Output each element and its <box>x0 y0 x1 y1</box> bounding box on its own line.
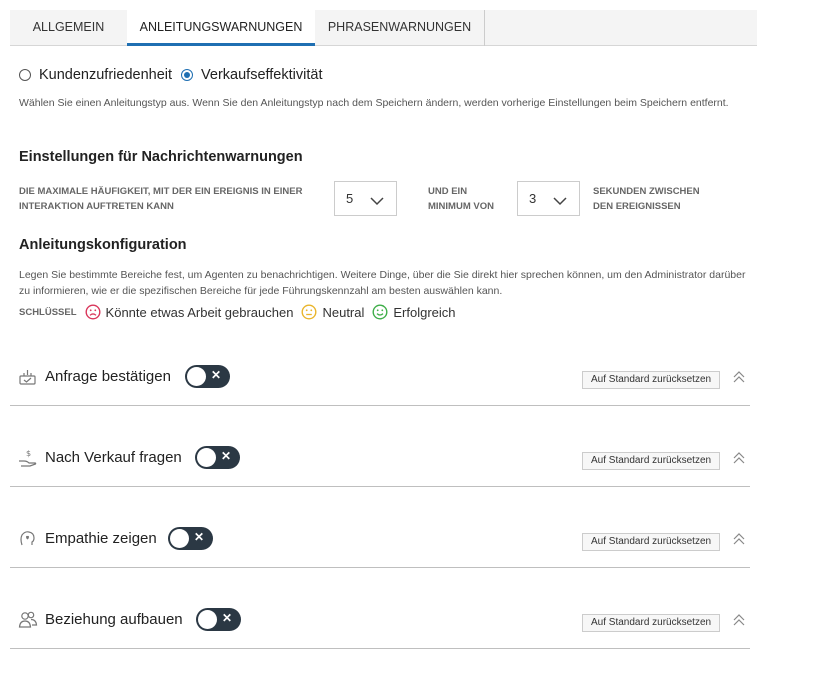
guidance-config-description: Legen Sie bestimmte Bereiche fest, um Ag… <box>19 269 746 297</box>
legend-item-successful: Erfolgreich <box>393 304 456 320</box>
section-toggle[interactable]: ✕ <box>196 608 241 631</box>
collapse-chevron-icon[interactable] <box>732 532 746 546</box>
section-title: Empathie zeigen <box>45 530 157 547</box>
close-icon: ✕ <box>194 530 205 544</box>
minimum-value: 3 <box>529 191 537 206</box>
message-warnings-heading: Einstellungen für Nachrichtenwarnungen <box>19 149 303 165</box>
collapse-chevron-icon[interactable] <box>732 370 746 384</box>
tab-phrasenwarnungen[interactable]: PHRASENWARNUNGEN <box>315 10 485 46</box>
max-frequency-select[interactable]: 5 <box>334 181 397 216</box>
collapse-chevron-icon[interactable] <box>732 613 746 627</box>
toggle-knob <box>187 367 206 386</box>
legend-label: SCHLÜSSEL <box>19 306 77 318</box>
reset-to-default-button[interactable]: Auf Standard zurücksetzen <box>582 533 721 551</box>
radio-label-verkaufseffektivitaet[interactable]: Verkaufseffektivität <box>201 67 322 83</box>
reset-to-default-button[interactable]: Auf Standard zurücksetzen <box>582 452 721 470</box>
tab-anleitungswarnungen[interactable]: ANLEITUNGSWARNUNGEN <box>127 10 315 46</box>
toggle-knob <box>170 529 189 548</box>
toggle-knob <box>198 610 217 629</box>
guidance-type-group: Kundenzufriedenheit Verkaufseffektivität <box>19 67 331 83</box>
reset-to-default-button[interactable]: Auf Standard zurücksetzen <box>582 371 721 389</box>
legend-item-needs-work: Könnte etwas Arbeit gebrauchen <box>105 304 294 320</box>
reset-to-default-button[interactable]: Auf Standard zurücksetzen <box>582 614 721 632</box>
sad-face-icon <box>85 304 101 320</box>
radio-kundenzufriedenheit[interactable] <box>19 69 31 81</box>
neutral-face-icon <box>301 304 317 320</box>
people-icon <box>18 610 38 630</box>
guidance-type-description: Wählen Sie einen Anleitungstyp aus. Wenn… <box>19 97 729 109</box>
section-title: Nach Verkauf fragen <box>45 449 182 466</box>
legend: SCHLÜSSEL Könnte etwas Arbeit gebrauchen… <box>19 304 464 320</box>
minimum-label: UND EIN MINIMUM VON <box>428 186 494 212</box>
section-nach-verkauf-fragen: $ Nach Verkauf fragen ✕ Auf Standard zur… <box>10 429 750 487</box>
close-icon: ✕ <box>221 449 232 463</box>
collapse-chevron-icon[interactable] <box>732 451 746 465</box>
section-beziehung-aufbauen: Beziehung aufbauen ✕ Auf Standard zurück… <box>10 591 750 649</box>
heart-head-icon <box>18 529 38 549</box>
section-title: Beziehung aufbauen <box>45 611 183 628</box>
money-hand-icon: $ <box>18 448 38 468</box>
section-empathie-zeigen: Empathie zeigen ✕ Auf Standard zurückset… <box>10 510 750 568</box>
section-title: Anfrage bestätigen <box>45 368 171 385</box>
section-toggle[interactable]: ✕ <box>195 446 240 469</box>
tab-allgemein[interactable]: ALLGEMEIN <box>10 10 127 46</box>
max-frequency-label: DIE MAXIMALE HÄUFIGKEIT, MIT DER EIN ERE… <box>19 186 303 212</box>
close-icon: ✕ <box>222 611 233 625</box>
chevron-down-icon <box>553 194 567 209</box>
svg-text:$: $ <box>26 449 31 458</box>
section-toggle[interactable]: ✕ <box>168 527 213 550</box>
guidance-config-heading: Anleitungskonfiguration <box>19 237 187 253</box>
radio-verkaufseffektivitaet[interactable] <box>181 69 194 81</box>
radio-label-kundenzufriedenheit[interactable]: Kundenzufriedenheit <box>39 67 172 83</box>
minimum-select[interactable]: 3 <box>517 181 580 216</box>
toggle-knob <box>197 448 216 467</box>
close-icon: ✕ <box>211 368 222 382</box>
legend-item-neutral: Neutral <box>322 304 365 320</box>
chevron-down-icon <box>370 194 384 209</box>
max-frequency-value: 5 <box>346 191 354 206</box>
section-toggle[interactable]: ✕ <box>185 365 230 388</box>
section-anfrage-bestaetigen: Anfrage bestätigen ✕ Auf Standard zurück… <box>10 348 750 406</box>
confirm-request-icon <box>18 367 38 387</box>
tab-bar: ALLGEMEIN ANLEITUNGSWARNUNGEN PHRASENWAR… <box>10 10 757 46</box>
seconds-label: SEKUNDEN ZWISCHEN DEN EREIGNISSEN <box>593 186 700 212</box>
happy-face-icon <box>372 304 388 320</box>
